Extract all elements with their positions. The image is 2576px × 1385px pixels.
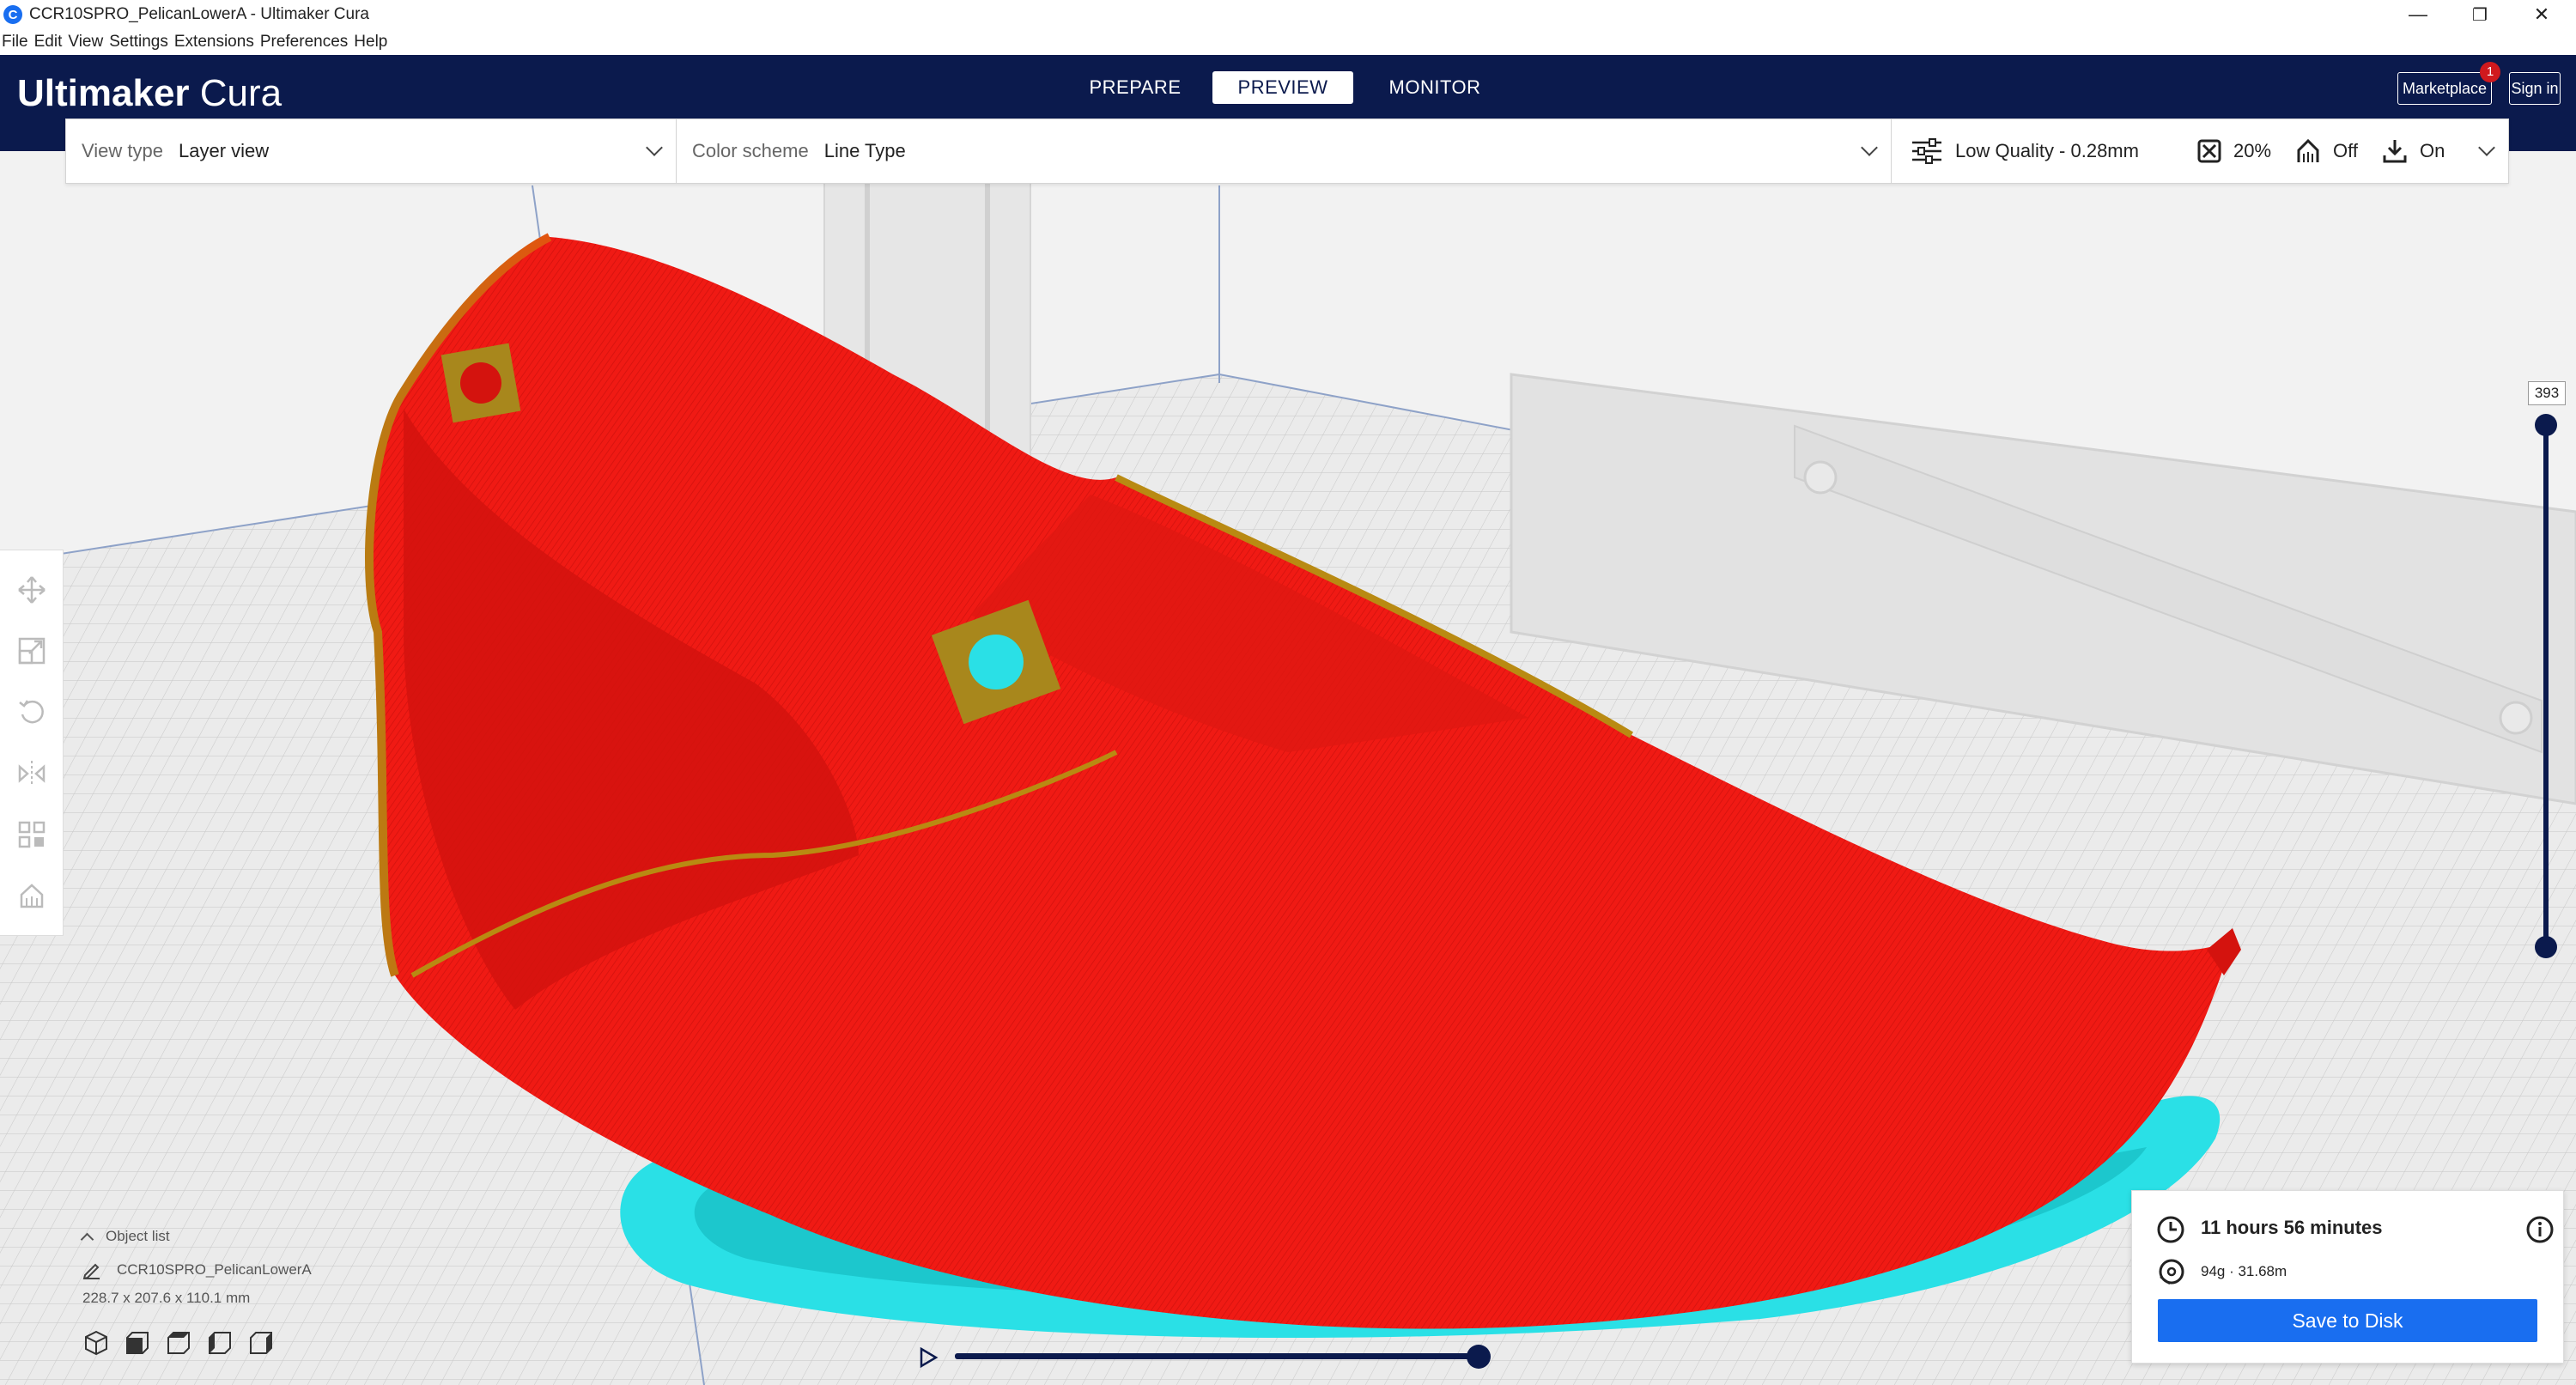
object-name-row[interactable]: CCR10SPRO_PelicanLowerA: [82, 1260, 312, 1279]
info-icon[interactable]: [2525, 1215, 2555, 1244]
view-type-value: Layer view: [178, 140, 270, 161]
object-dimensions: 228.7 x 207.6 x 110.1 mm: [82, 1290, 251, 1306]
print-time: 11 hours 56 minutes: [2201, 1217, 2383, 1238]
print-settings-dropdown[interactable]: Low Quality - 0.28mm 20% Off On: [1892, 119, 2508, 183]
top-view-icon[interactable]: [165, 1329, 192, 1357]
color-scheme-value: Line Type: [823, 140, 906, 161]
brand-name-bold: Ultimaker: [17, 72, 190, 114]
marketplace-notification-badge: 1: [2480, 62, 2500, 82]
ultimaker-cura-logo: Ultimaker Cura: [17, 62, 282, 125]
window-title-bar: C CCR10SPRO_PelicanLowerA - Ultimaker Cu…: [0, 0, 2576, 29]
layer-number-field[interactable]: 393: [2528, 381, 2566, 405]
layer-slider-upper-handle[interactable]: [2535, 414, 2557, 436]
maximize-button[interactable]: ❐: [2449, 0, 2511, 29]
play-icon[interactable]: [917, 1346, 939, 1369]
support-icon: [2297, 138, 2319, 162]
brand-name-light: Cura: [189, 72, 283, 114]
tool-panel: [0, 550, 64, 936]
3d-view-icon[interactable]: [82, 1329, 110, 1357]
layer-slider-lower-handle[interactable]: [2535, 936, 2557, 958]
support-blocker-icon[interactable]: [17, 881, 46, 910]
material-usage: 94g · 31.68m: [2201, 1263, 2287, 1279]
marketplace-button[interactable]: Marketplace: [2397, 72, 2492, 105]
view-type-dropdown[interactable]: View type Layer view: [66, 119, 677, 183]
color-scheme-label: Color scheme: [692, 140, 809, 161]
rotate-tool-icon[interactable]: [17, 697, 46, 726]
stage-monitor-tab[interactable]: MONITOR: [1379, 71, 1491, 104]
chevron-down-icon: [2478, 139, 2495, 156]
layer-slider-track[interactable]: [2543, 424, 2549, 948]
chevron-up-icon: [80, 1232, 94, 1246]
menu-bar: File Edit View Settings Extensions Prefe…: [0, 29, 2576, 55]
menu-edit[interactable]: Edit: [33, 33, 67, 52]
adhesion-icon: [2383, 140, 2407, 163]
chevron-down-icon: [646, 139, 663, 156]
clock-icon: [2157, 1216, 2184, 1243]
minimize-button[interactable]: —: [2387, 0, 2449, 29]
menu-help[interactable]: Help: [352, 33, 392, 52]
camera-view-buttons: [82, 1329, 312, 1357]
menu-file[interactable]: File: [0, 33, 33, 52]
left-view-icon[interactable]: [206, 1329, 234, 1357]
preview-toolbar: View type Layer view Color scheme Line T…: [65, 118, 2509, 184]
view-type-label: View type: [82, 140, 163, 161]
close-button[interactable]: ✕: [2511, 0, 2573, 29]
per-model-settings-icon[interactable]: [17, 820, 46, 849]
chevron-down-icon: [1861, 139, 1878, 156]
menu-settings[interactable]: Settings: [107, 33, 173, 52]
adhesion-value: On: [2419, 140, 2445, 161]
menu-view[interactable]: View: [66, 33, 107, 52]
adhesion-item: On: [2382, 138, 2445, 164]
object-name: CCR10SPRO_PelicanLowerA: [117, 1261, 312, 1278]
object-list-label: Object list: [106, 1228, 170, 1244]
infill-value: 20%: [2233, 140, 2272, 161]
path-slider-track[interactable]: [955, 1353, 1480, 1359]
sign-in-button[interactable]: Sign in: [2509, 72, 2561, 105]
infill-item: 20%: [2197, 139, 2271, 163]
infill-icon: [2197, 139, 2221, 163]
support-item: Off: [2295, 138, 2358, 164]
object-list-toggle[interactable]: Object list: [80, 1228, 312, 1246]
front-view-icon[interactable]: [124, 1329, 151, 1357]
cura-app-icon: C: [3, 5, 22, 24]
save-to-disk-button[interactable]: Save to Disk: [2158, 1299, 2537, 1342]
support-value: Off: [2333, 140, 2358, 161]
quality-profile-value: Low Quality - 0.28mm: [1955, 140, 2139, 161]
move-tool-icon[interactable]: [17, 575, 46, 604]
pencil-icon: [82, 1263, 100, 1279]
sliders-icon: [1912, 138, 1941, 164]
stage-prepare-tab[interactable]: PREPARE: [1084, 71, 1187, 104]
mirror-tool-icon[interactable]: [17, 759, 46, 788]
spool-icon: [2159, 1259, 2184, 1285]
menu-extensions[interactable]: Extensions: [173, 33, 258, 52]
path-slider-handle[interactable]: [1467, 1345, 1491, 1369]
profile-item: Low Quality - 0.28mm: [1911, 138, 2139, 164]
window-title: CCR10SPRO_PelicanLowerA - Ultimaker Cura: [29, 5, 369, 23]
print-information-panel: 11 hours 56 minutes 94g · 31.68m Save to…: [2131, 1190, 2564, 1364]
right-view-icon[interactable]: [247, 1329, 275, 1357]
object-list-panel: Object list CCR10SPRO_PelicanLowerA 228.…: [80, 1228, 312, 1357]
color-scheme-dropdown[interactable]: Color scheme Line Type: [677, 119, 1892, 183]
stage-preview-tab[interactable]: PREVIEW: [1212, 71, 1353, 104]
menu-preferences[interactable]: Preferences: [258, 33, 352, 52]
scale-tool-icon[interactable]: [17, 636, 46, 665]
